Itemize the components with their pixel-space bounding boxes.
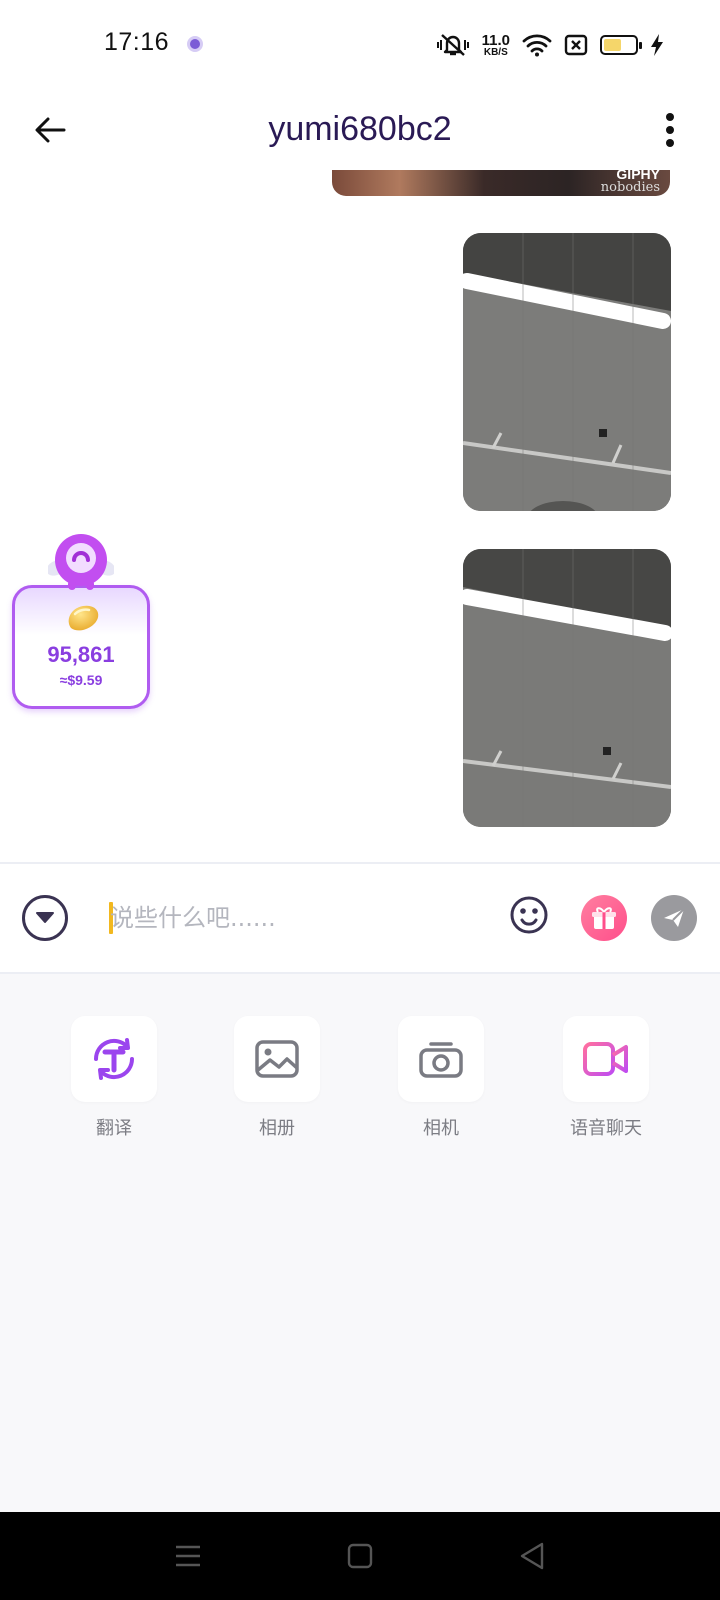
app-header: yumi680bc2 xyxy=(0,90,720,170)
tool-translate[interactable]: 翻译 xyxy=(54,1016,174,1140)
send-icon xyxy=(664,908,685,927)
reward-widget[interactable]: 95,861 ≈$9.59 xyxy=(10,530,152,712)
gift-icon xyxy=(592,907,616,929)
reward-usd-value: ≈$9.59 xyxy=(59,672,103,688)
more-vertical-icon xyxy=(666,113,674,147)
collapse-icon xyxy=(36,912,54,923)
ceiling-photo xyxy=(463,549,671,827)
reward-card: 95,861 ≈$9.59 xyxy=(12,585,150,709)
status-right-icons: 11.0 KB/S xyxy=(436,28,664,62)
system-nav-bar xyxy=(0,1512,720,1600)
tool-icon-box xyxy=(71,1016,157,1102)
back-triangle-icon xyxy=(520,1542,544,1570)
message-input-bar xyxy=(0,864,720,972)
status-bar: 17:16 11.0 KB/S xyxy=(0,0,720,90)
gif-message[interactable]: GIPHY nobodies xyxy=(332,170,670,196)
wifi-icon xyxy=(522,34,552,57)
tool-icon-box xyxy=(398,1016,484,1102)
network-speed: 11.0 KB/S xyxy=(482,33,510,58)
tool-album[interactable]: 相册 xyxy=(217,1016,337,1140)
home-icon xyxy=(347,1543,373,1569)
vibrate-icon xyxy=(436,34,469,56)
tool-label: 相册 xyxy=(259,1118,295,1139)
image-message[interactable] xyxy=(463,233,671,511)
tool-label: 相机 xyxy=(423,1118,459,1139)
app-notification-icon xyxy=(187,36,203,52)
collapse-panel-button[interactable] xyxy=(22,895,68,941)
nav-home-button[interactable] xyxy=(338,1534,382,1578)
image-message[interactable] xyxy=(463,549,671,827)
menu-icon xyxy=(176,1545,200,1567)
status-time: 17:16 xyxy=(104,28,170,56)
gift-button[interactable] xyxy=(581,895,627,941)
battery-fill xyxy=(604,39,621,51)
bean-icon xyxy=(68,605,99,631)
tool-label: 翻译 xyxy=(96,1118,132,1139)
send-button[interactable] xyxy=(651,895,697,941)
net-speed-value: 11.0 xyxy=(481,31,510,49)
no-sim-icon xyxy=(564,34,588,56)
gif-caption: nobodies xyxy=(600,180,660,195)
tool-icon-box xyxy=(563,1016,649,1102)
tool-voice-chat[interactable]: 语音聊天 xyxy=(546,1016,666,1140)
album-icon xyxy=(255,1040,299,1078)
net-speed-unit: KB/S xyxy=(483,46,508,58)
tool-camera[interactable]: 相机 xyxy=(381,1016,501,1140)
mascot-icon xyxy=(48,534,114,590)
ceiling-photo xyxy=(463,233,671,511)
nav-recents-button[interactable] xyxy=(166,1534,210,1578)
message-input[interactable] xyxy=(110,894,480,942)
charging-icon xyxy=(651,34,663,56)
tools-panel: 翻译 相册 相机 语音聊天 xyxy=(0,974,720,1512)
emoji-icon[interactable] xyxy=(509,895,549,935)
tool-icon-box xyxy=(234,1016,320,1102)
video-call-icon xyxy=(583,1042,628,1076)
giphy-badge: GIPHY nobodies xyxy=(601,170,660,194)
nav-back-button[interactable] xyxy=(510,1534,554,1578)
camera-icon xyxy=(419,1042,463,1078)
reward-amount: 95,861 xyxy=(47,642,115,667)
tool-label: 语音聊天 xyxy=(570,1118,642,1139)
more-options-button[interactable] xyxy=(648,108,692,152)
battery-icon xyxy=(600,35,642,55)
page-title: yumi680bc2 xyxy=(268,110,452,148)
translate-icon xyxy=(93,1038,135,1080)
chat-message-list[interactable]: GIPHY nobodies 95,861 ≈$9.59 xyxy=(0,170,720,862)
